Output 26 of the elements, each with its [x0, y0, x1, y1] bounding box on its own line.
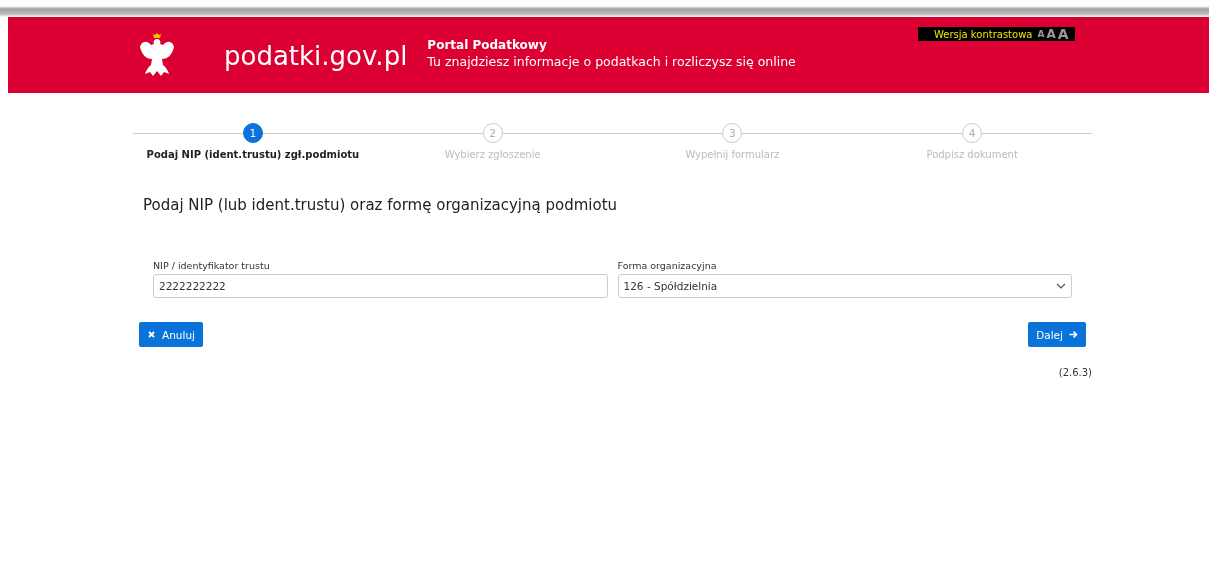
font-size-link[interactable]: A — [1037, 29, 1045, 39]
step-number: 4 — [962, 123, 983, 143]
chevron-down-icon — [1056, 283, 1066, 289]
field-label: NIP / identyfikator trustu — [153, 260, 271, 271]
version-text: (2.6.3) — [1058, 367, 1092, 378]
portal-title: Portal Podatkowy — [427, 38, 548, 52]
portal-subtitle: Tu znajdziesz informacje o podatkach i rozliczysz się online — [427, 54, 796, 69]
arrow-right-icon — [1069, 330, 1078, 339]
step-label: Wybierz zgłoszenie — [444, 149, 541, 160]
form-heading: Podaj NIP (lub ident.trustu) oraz formę organizacyjną podmiotu — [143, 196, 619, 214]
select-field[interactable]: 126 - Spółdzielnia — [617, 274, 1072, 298]
step-label: Podaj NIP (ident.trustu) zgł.podmiotu — [146, 149, 360, 160]
font-size-link[interactable]: A — [1046, 28, 1056, 40]
contrast-version-link[interactable]: Wersja kontrastowa — [934, 28, 1033, 40]
step-label: Wypełnij formularz — [685, 149, 780, 160]
field-label: Forma organizacyjna — [617, 260, 718, 271]
close-icon — [147, 330, 156, 339]
font-size-link[interactable]: A — [1057, 27, 1069, 41]
cancel-button[interactable]: Anuluj — [139, 322, 203, 347]
step-number: 3 — [722, 123, 743, 143]
step-number: 2 — [482, 123, 503, 143]
step-number: 1 — [242, 123, 263, 143]
step-label: Podpisz dokument — [926, 149, 1018, 160]
site-logo[interactable]: podatki.gov.pl — [224, 41, 408, 71]
next-button[interactable]: Dalej — [1028, 322, 1086, 347]
input-field[interactable]: 2222222222 — [153, 274, 608, 298]
